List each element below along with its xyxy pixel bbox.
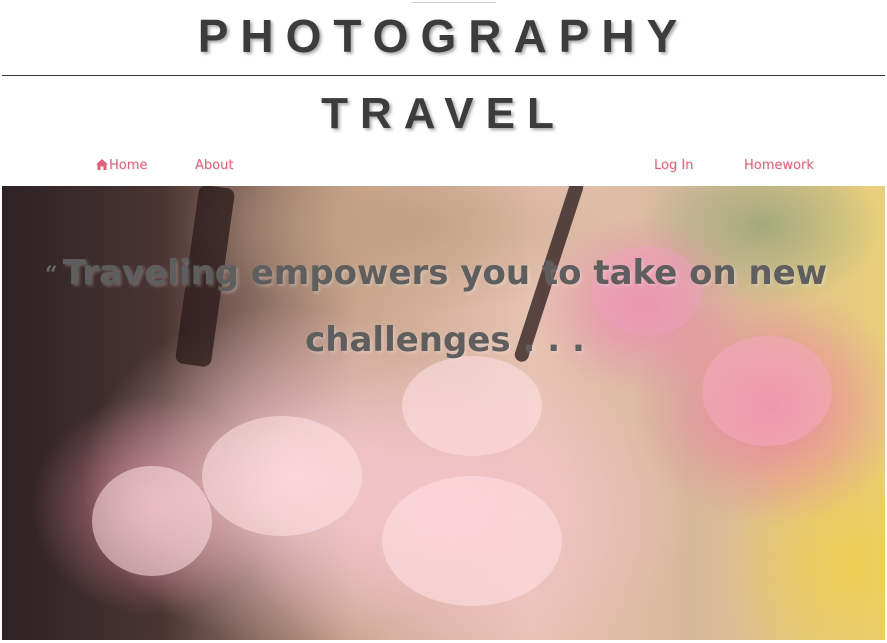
site-subtitle: TRAVEL [321, 89, 566, 138]
hero-blossom-shape [202, 416, 362, 536]
hero-blossom-shape [382, 476, 562, 606]
site-title: PHOTOGRAPHY [197, 10, 690, 62]
nav-home-link[interactable]: Home [96, 157, 147, 176]
nav-home-label: Home [109, 158, 148, 173]
nav-about-link[interactable]: About [195, 157, 233, 175]
nav-homework-link[interactable]: Homework [744, 157, 814, 175]
home-icon [96, 158, 108, 176]
title-divider [2, 75, 885, 76]
hero-blossom-shape [92, 466, 212, 576]
nav-login-link[interactable]: Log In [654, 157, 693, 175]
top-hairline [412, 2, 496, 3]
hero-quote: Traveling empowers you to take on new ch… [62, 253, 828, 360]
page: PHOTOGRAPHY TRAVEL Home About Log In Hom… [0, 0, 887, 643]
